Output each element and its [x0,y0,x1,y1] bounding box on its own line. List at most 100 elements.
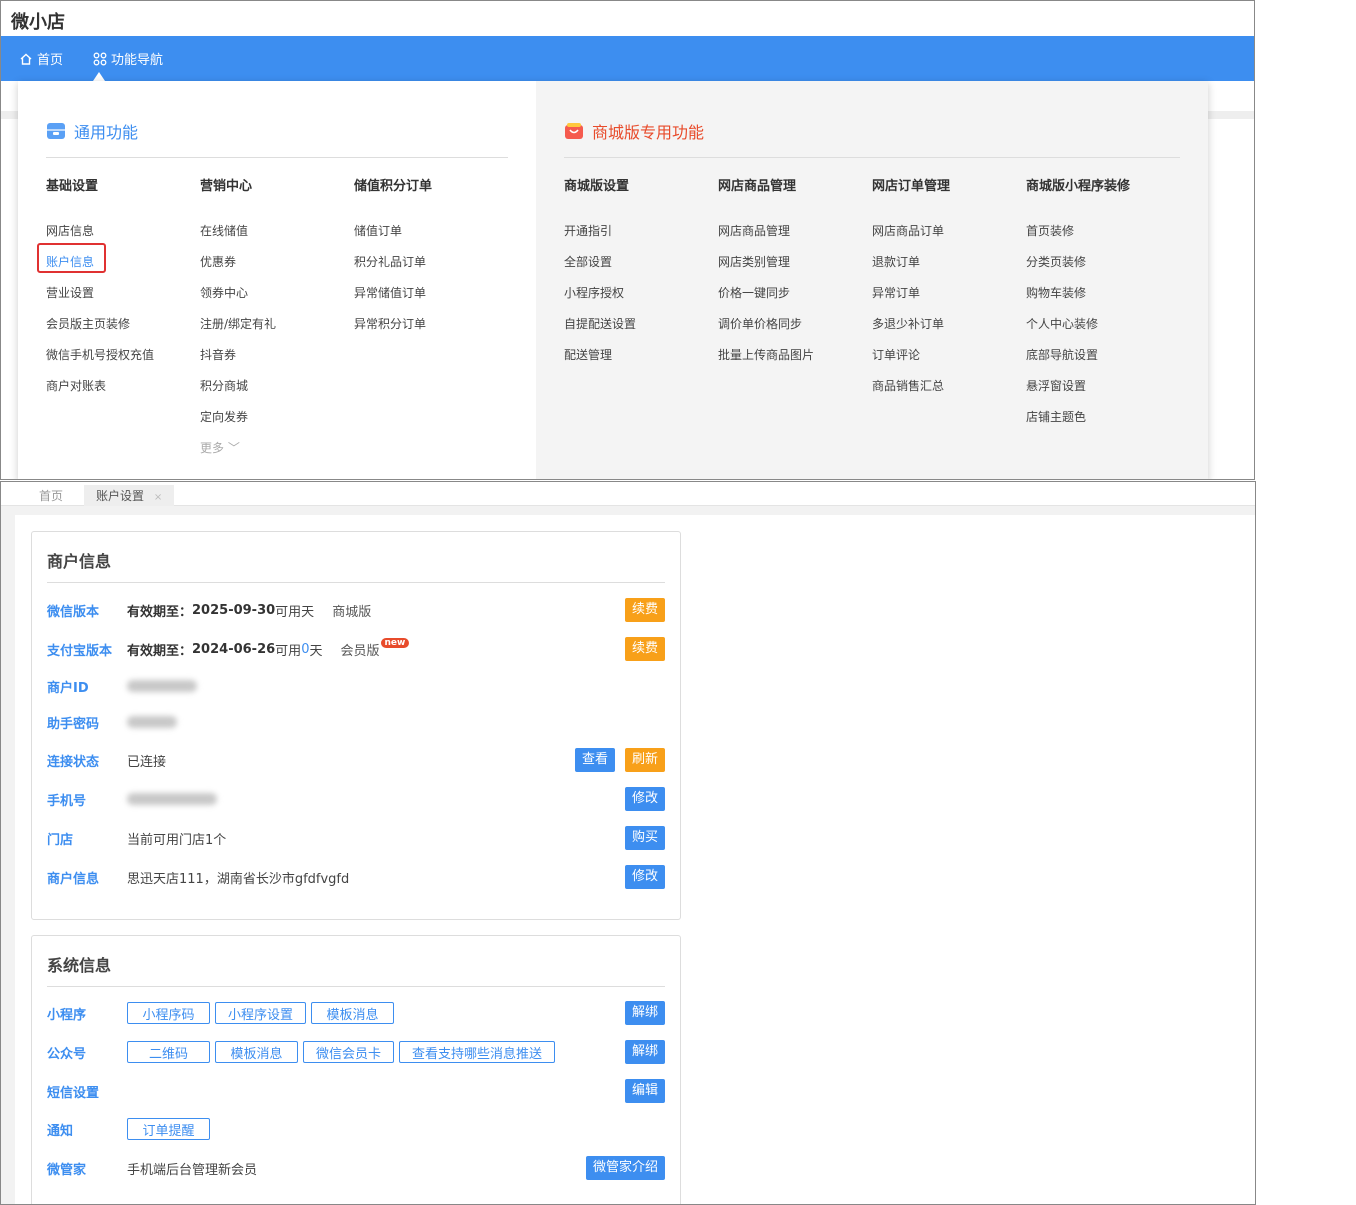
miniprogram-code-button[interactable]: 小程序码 [127,1002,210,1024]
menu-item-points-mall[interactable]: 积分商城 [200,377,276,408]
redacted-value [127,793,217,805]
unbind-official-account-button[interactable]: 解绑 [624,1040,665,1064]
menu-item-theme-color[interactable]: 店铺主题色 [1026,408,1130,439]
menu-item-more[interactable]: 更多 ﹀ [200,439,276,470]
miniprogram-settings-button[interactable]: 小程序设置 [215,1002,307,1024]
menu-item-targeted-coupons[interactable]: 定向发券 [200,408,276,439]
bottom-screenshot: 首页 账户设置 × 商户信息 微信版本 有效期至： 2025-09-30 可用天 商… [0,481,1256,1205]
renew-button[interactable]: 续费 [624,637,665,661]
card-title: 商户信息 [47,552,112,571]
menu-item-business-settings[interactable]: 营业设置 [46,284,154,315]
menu-column-title: 商城版小程序装修 [1026,179,1131,194]
menu-column-title: 基础设置 [46,179,99,194]
view-button[interactable]: 查看 [574,748,615,772]
available-prefix: 可用 [275,643,302,659]
menu-item-profile-decor[interactable]: 个人中心装修 [1026,315,1130,346]
edit-merchant-info-button[interactable]: 修改 [624,865,665,889]
menu-item-douyin-coupon[interactable]: 抖音券 [200,346,276,377]
row-label: 手机号 [47,793,87,809]
tab-account-settings[interactable]: 账户设置 × [84,485,175,506]
menu-item-cart-decor[interactable]: 购物车装修 [1026,284,1130,315]
row-actions: 续费 [624,598,665,622]
general-functions-title: 通用功能 [74,123,139,142]
menu-column-miniprogram-decor: 商城版小程序装修 首页装修 分类页装修 购物车装修 个人中心装修 底部导航设置 … [1026,175,1130,439]
order-reminder-button[interactable]: 订单提醒 [127,1118,210,1140]
menu-item-refund-orders[interactable]: 退款订单 [872,253,950,284]
store-icon [47,123,65,139]
menu-item-register-gift[interactable]: 注册/绑定有礼 [200,315,276,346]
tab-home[interactable]: 首页 [27,485,75,506]
row-actions: 修改 [624,787,665,811]
edit-sms-button[interactable]: 编辑 [624,1079,665,1103]
menu-item-floating-window[interactable]: 悬浮窗设置 [1026,377,1130,408]
available-days: 可用天 [275,604,315,620]
available-suffix: 天 [309,643,323,659]
menu-item-abnormal-stored-orders[interactable]: 异常储值订单 [354,284,432,315]
row-label: 微管家 [47,1162,87,1178]
system-info-card: 系统信息 小程序 小程序码 小程序设置 模板消息 解绑 公众号 二维码 模板消息… [31,935,681,1204]
row-value: 手机端后台管理新会员 [127,1162,258,1178]
menu-item-refund-topup-orders[interactable]: 多退少补订单 [872,315,950,346]
menu-column-basic: 基础设置 网店信息 账户信息 营业设置 会员版主页装修 微信手机号授权充值 商户… [46,175,154,408]
divider [47,582,665,583]
menu-item-adjust-price-sync[interactable]: 调价单价格同步 [718,315,814,346]
menu-item-pickup-delivery[interactable]: 自提配送设置 [564,315,636,346]
menu-item-bulk-upload-images[interactable]: 批量上传商品图片 [718,346,814,377]
dropdown-caret [93,72,105,81]
menu-item-sales-summary[interactable]: 商品销售汇总 [872,377,950,408]
menu-item-points-gift-orders[interactable]: 积分礼品订单 [354,253,432,284]
refresh-button[interactable]: 刷新 [624,748,665,772]
mall-functions-title: 商城版专用功能 [592,123,705,142]
menu-item-abnormal-orders[interactable]: 异常订单 [872,284,950,315]
menu-item-product-management[interactable]: 网店商品管理 [718,222,814,253]
menu-item-category-decor[interactable]: 分类页装修 [1026,253,1130,284]
edition: 会员版 [340,643,380,659]
menu-item-coupons[interactable]: 优惠券 [200,253,276,284]
app-title: 微小店 [11,12,65,33]
template-message-button[interactable]: 模板消息 [215,1041,298,1063]
divider [46,157,508,158]
nav-function-nav[interactable]: 功能导航 [93,49,163,68]
row-label: 门店 [47,832,74,848]
menu-column-order-management: 网店订单管理 网店商品订单 退款订单 异常订单 多退少补订单 订单评论 商品销售… [872,175,950,408]
menu-item-abnormal-points-orders[interactable]: 异常积分订单 [354,315,432,346]
wgj-intro-button[interactable]: 微管家介绍 [585,1156,665,1180]
account-info-highlight-box [37,243,106,273]
menu-item-price-sync[interactable]: 价格一键同步 [718,284,814,315]
close-icon[interactable]: × [154,492,162,503]
menu-item-home-decor[interactable]: 首页装修 [1026,222,1130,253]
menu-item-delivery-management[interactable]: 配送管理 [564,346,636,377]
menu-column-title: 储值积分订单 [354,179,433,194]
menu-item-order-reviews[interactable]: 订单评论 [872,346,950,377]
menu-item-merchant-statement[interactable]: 商户对账表 [46,377,154,408]
menu-item-product-orders[interactable]: 网店商品订单 [872,222,950,253]
qrcode-button[interactable]: 二维码 [127,1041,210,1063]
row-value: 订单提醒 [127,1118,215,1140]
wgj-row: 微管家 手机端后台管理新会员 微管家介绍 [47,1156,665,1180]
row-value [127,793,217,805]
edition: 商城版 [332,604,372,620]
buy-button[interactable]: 购买 [624,826,665,850]
nav-home[interactable]: 首页 [19,49,63,68]
shopping-bag-icon [565,123,583,139]
menu-item-category-management[interactable]: 网店类别管理 [718,253,814,284]
menu-item-member-home-decor[interactable]: 会员版主页装修 [46,315,154,346]
menu-item-stored-value-orders[interactable]: 储值订单 [354,222,432,253]
menu-column-stored-points-orders: 储值积分订单 储值订单 积分礼品订单 异常储值订单 异常积分订单 [354,175,432,346]
template-message-button[interactable]: 模板消息 [311,1002,395,1024]
wechat-member-card-button[interactable]: 微信会员卡 [303,1041,395,1063]
menu-item-all-settings[interactable]: 全部设置 [564,253,636,284]
renew-button[interactable]: 续费 [624,598,665,622]
menu-item-bottom-nav[interactable]: 底部导航设置 [1026,346,1130,377]
card-title: 系统信息 [47,956,112,975]
menu-item-setup-guide[interactable]: 开通指引 [564,222,636,253]
menu-item-miniprogram-auth[interactable]: 小程序授权 [564,284,636,315]
menu-item-coupon-center[interactable]: 领券中心 [200,284,276,315]
edit-phone-button[interactable]: 修改 [624,787,665,811]
unbind-miniprogram-button[interactable]: 解绑 [624,1001,665,1025]
menu-item-online-stored-value[interactable]: 在线储值 [200,222,276,253]
menu-item-wechat-phone-auth[interactable]: 微信手机号授权充值 [46,346,154,377]
menu-column-marketing: 营销中心 在线储值 优惠券 领券中心 注册/绑定有礼 抖音券 积分商城 定向发券… [200,175,276,470]
row-value: 已连接 [127,754,167,770]
supported-messages-button[interactable]: 查看支持哪些消息推送 [399,1041,556,1063]
